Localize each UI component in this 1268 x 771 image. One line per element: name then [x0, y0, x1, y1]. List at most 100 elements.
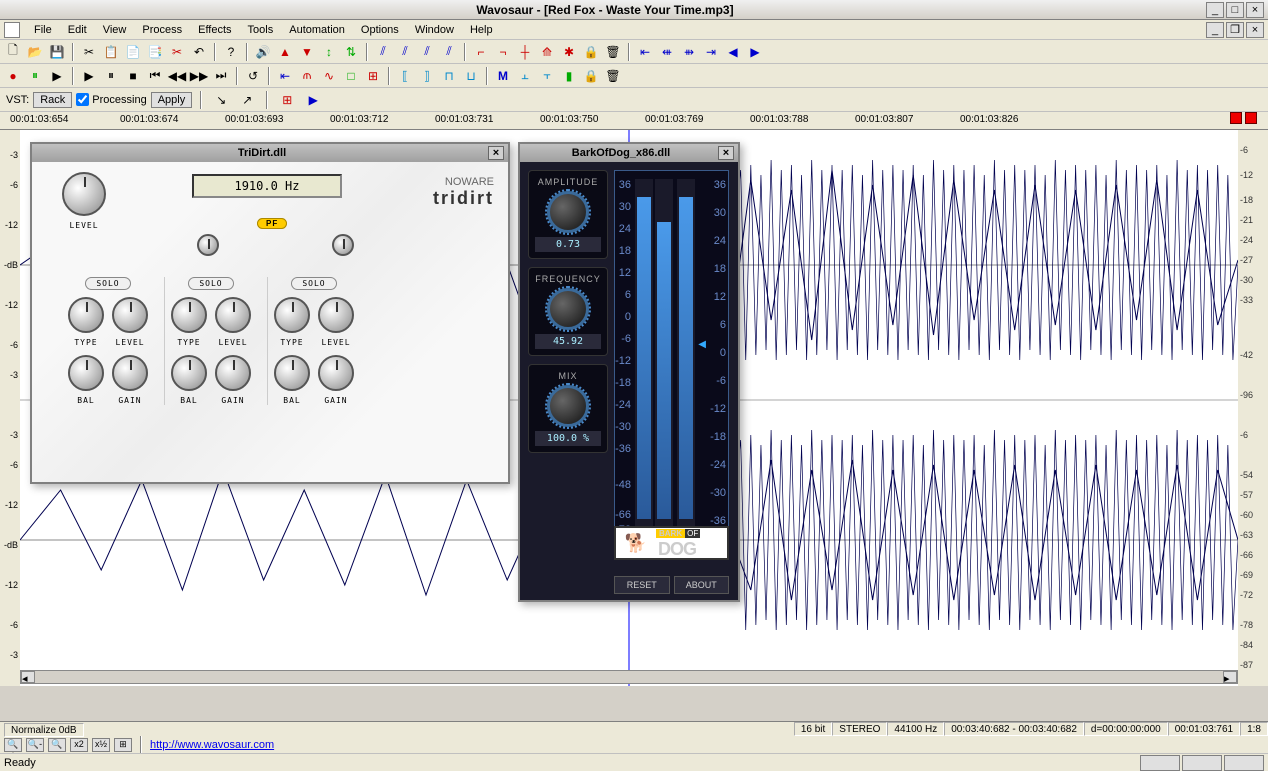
cut-button[interactable]: ✂ — [78, 42, 100, 62]
resize-grip-1[interactable] — [1140, 755, 1180, 771]
nav-1-button[interactable]: ⇤ — [634, 42, 656, 62]
marker-mid-button[interactable]: ┼ — [514, 42, 536, 62]
menu-options[interactable]: Options — [353, 22, 407, 38]
zoom-half-button[interactable]: x½ — [92, 738, 110, 752]
zoom-in-button[interactable]: 🔍+ — [4, 738, 22, 752]
tridirt-pf-badge[interactable]: PF — [257, 218, 287, 229]
band3-solo-button[interactable]: SOLO — [291, 277, 336, 290]
close-button[interactable]: × — [1246, 2, 1264, 18]
region-1-button[interactable]: ⟦ — [394, 66, 416, 86]
crop-button[interactable]: ✂ — [166, 42, 188, 62]
clip-led-left[interactable] — [1230, 112, 1242, 124]
band1-solo-button[interactable]: SOLO — [85, 277, 130, 290]
vst-tool-3[interactable]: ⊞ — [276, 90, 298, 110]
band3-bal-knob[interactable] — [274, 355, 310, 391]
sel-5-button[interactable]: ⊞ — [362, 66, 384, 86]
band3-level-knob[interactable] — [318, 297, 354, 333]
bod-mix-knob[interactable] — [547, 385, 589, 427]
band2-type-knob[interactable] — [171, 297, 207, 333]
zoom-out-button[interactable]: 🔍- — [26, 738, 44, 752]
plugin-barkofdog-close-button[interactable]: × — [718, 146, 734, 160]
region-2-button[interactable]: ⟧ — [416, 66, 438, 86]
trim-pointer-icon[interactable]: ◀ — [698, 339, 706, 350]
plugin-tridirt-close-button[interactable]: × — [488, 146, 504, 160]
fade-3-button[interactable]: ⫽ — [416, 42, 438, 62]
nav-2-button[interactable]: ⇺ — [656, 42, 678, 62]
end-button[interactable]: ⏭ — [210, 66, 232, 86]
maximize-button[interactable]: □ — [1226, 2, 1244, 18]
marker-end-button[interactable]: ¬ — [492, 42, 514, 62]
vst-tool-4[interactable]: ▶ — [302, 90, 324, 110]
tridirt-freq-knob-1[interactable] — [197, 234, 219, 256]
zoom-fit-button[interactable]: ⊞ — [114, 738, 132, 752]
record-button[interactable]: ● — [2, 66, 24, 86]
play-button[interactable]: ▶ — [78, 66, 100, 86]
menu-window[interactable]: Window — [407, 22, 462, 38]
paste-button[interactable]: 📄 — [122, 42, 144, 62]
zoom-x2-button[interactable]: x2 — [70, 738, 88, 752]
sel-2-button[interactable]: ⫙ — [296, 66, 318, 86]
minimize-button[interactable]: _ — [1206, 2, 1224, 18]
invert-button[interactable]: ⇅ — [340, 42, 362, 62]
record-stop-button[interactable]: ▶ — [46, 66, 68, 86]
stop-button[interactable]: ■ — [122, 66, 144, 86]
band1-level-knob[interactable] — [112, 297, 148, 333]
band1-bal-knob[interactable] — [68, 355, 104, 391]
bod-amplitude-knob[interactable] — [547, 191, 589, 233]
band3-gain-knob[interactable] — [318, 355, 354, 391]
tridirt-master-level-knob[interactable] — [62, 172, 106, 216]
marker-start-button[interactable]: ⌐ — [470, 42, 492, 62]
scroll-left-button[interactable]: ◂ — [21, 671, 35, 683]
marker-m-button[interactable]: M — [492, 66, 514, 86]
band2-solo-button[interactable]: SOLO — [188, 277, 233, 290]
vst-processing-checkbox[interactable]: Processing — [76, 93, 146, 106]
normalize-button[interactable]: ↕ — [318, 42, 340, 62]
back-button[interactable]: ◀◀ — [166, 66, 188, 86]
band2-level-knob[interactable] — [215, 297, 251, 333]
plugin-tridirt-window[interactable]: TriDirt.dll × LEVEL 1910.0 Hz NOWARE tri… — [30, 142, 510, 484]
zoom-sel-button[interactable]: 🔍 — [48, 738, 66, 752]
volume-down-button[interactable]: ▼ — [296, 42, 318, 62]
lock-button[interactable]: 🔒 — [580, 42, 602, 62]
plugin-barkofdog-titlebar[interactable]: BarkOfDog_x86.dll × — [520, 144, 738, 162]
loop-button[interactable]: ↺ — [242, 66, 264, 86]
menu-process[interactable]: Process — [134, 22, 190, 38]
sel-1-button[interactable]: ⇤ — [274, 66, 296, 86]
nav-play-button[interactable]: ▶ — [744, 42, 766, 62]
nav-3-button[interactable]: ⇻ — [678, 42, 700, 62]
paste-mix-button[interactable]: 📑 — [144, 42, 166, 62]
sel-4-button[interactable]: □ — [340, 66, 362, 86]
menu-view[interactable]: View — [95, 22, 135, 38]
menu-tools[interactable]: Tools — [240, 22, 282, 38]
region-4-button[interactable]: ⊔ — [460, 66, 482, 86]
interp-2-button[interactable]: ⫟ — [536, 66, 558, 86]
copy-button[interactable]: 📋 — [100, 42, 122, 62]
band1-type-knob[interactable] — [68, 297, 104, 333]
timeline-ruler[interactable]: 00:01:03:654 00:01:03:674 00:01:03:693 0… — [0, 112, 1268, 130]
band2-bal-knob[interactable] — [171, 355, 207, 391]
mdi-restore-button[interactable]: ❐ — [1226, 22, 1244, 38]
interp-del-button[interactable]: 🗑 — [602, 66, 624, 86]
resize-grip-3[interactable] — [1224, 755, 1264, 771]
menu-effects[interactable]: Effects — [190, 22, 239, 38]
clip-led-right[interactable] — [1245, 112, 1257, 124]
scroll-right-button[interactable]: ▸ — [1223, 671, 1237, 683]
menu-help[interactable]: Help — [462, 22, 501, 38]
mdi-minimize-button[interactable]: _ — [1206, 22, 1224, 38]
band1-gain-knob[interactable] — [112, 355, 148, 391]
region-3-button[interactable]: ⊓ — [438, 66, 460, 86]
interp-3-button[interactable]: ▮ — [558, 66, 580, 86]
vst-tool-1[interactable]: ↘ — [210, 90, 232, 110]
processing-check[interactable] — [76, 93, 89, 106]
fade-1-button[interactable]: ⫽ — [372, 42, 394, 62]
fwd-button[interactable]: ▶▶ — [188, 66, 210, 86]
sel-3-button[interactable]: ∿ — [318, 66, 340, 86]
nav-4-button[interactable]: ⇥ — [700, 42, 722, 62]
speaker-button[interactable]: 🔊 — [252, 42, 274, 62]
fade-2-button[interactable]: ⫽ — [394, 42, 416, 62]
interp-1-button[interactable]: ⫠ — [514, 66, 536, 86]
open-button[interactable]: 📂 — [24, 42, 46, 62]
marker-loop-button[interactable]: ⟰ — [536, 42, 558, 62]
bod-about-button[interactable]: ABOUT — [674, 576, 730, 594]
delete-button[interactable]: 🗑 — [602, 42, 624, 62]
